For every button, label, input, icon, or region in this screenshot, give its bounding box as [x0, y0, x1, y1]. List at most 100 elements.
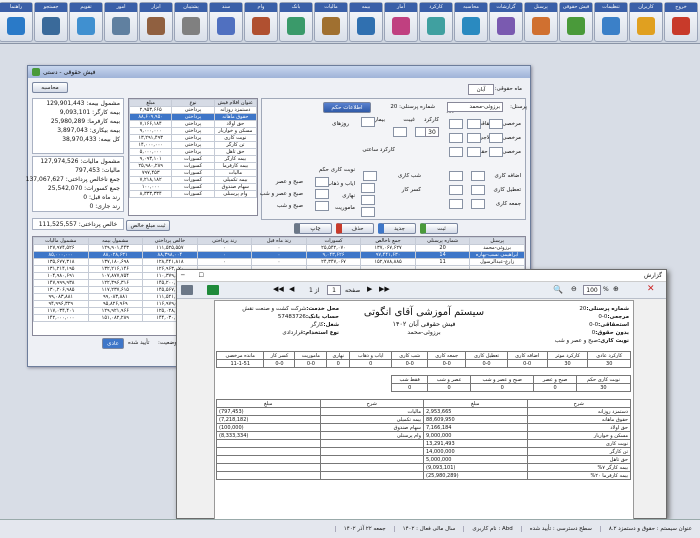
excel-icon[interactable]	[207, 285, 219, 295]
work-days-field[interactable]: 30	[425, 127, 439, 137]
attendance-input[interactable]	[361, 183, 375, 193]
menu-button[interactable]: پشتیبان	[174, 2, 208, 42]
attendance-input[interactable]	[449, 133, 463, 143]
menu-button[interactable]: محاسبه	[454, 2, 488, 42]
menu-button[interactable]: سند	[209, 2, 243, 42]
attendance-input[interactable]	[315, 201, 329, 211]
grid-row[interactable]: ۸۵,۰۰۰,۰۰۰ ۸۸,۰۲۸,۶۳۱ ۸۸,۳۹۸,۰۰۴ ٠ ٠ ۹,۰۴۳,۶۲…	[33, 251, 525, 259]
attendance-head-cell: نهاری	[326, 351, 351, 360]
delete-button[interactable]: حذف	[336, 223, 374, 234]
items-row[interactable]: ۲,۹۵۳,۶۶۵ پرداختی دستمزد روزانه	[129, 106, 257, 114]
items-grid[interactable]: مبلغ نوع عنوان اقلام فیش ۲,۹۵۳,۶۶۵ پرداختی دس…	[128, 98, 258, 216]
new-button[interactable]: جدید	[378, 223, 416, 234]
menu-button[interactable]: بیمه	[349, 2, 383, 42]
shift-value-cell: 0	[390, 383, 429, 392]
attendance-input[interactable]	[449, 119, 463, 129]
calc-button[interactable]: محاسبه	[32, 82, 68, 93]
last-page-icon[interactable]: ▶▶	[379, 285, 390, 293]
status-bar: عنوان سیستم : حقوق و دستمزد ۸.۲ سطح دسترس…	[0, 519, 700, 538]
attendance-input[interactable]	[315, 177, 329, 187]
items-row[interactable]: ۷۹۷,۴۵۳ کسورات مالیات	[129, 169, 257, 177]
close-report-icon[interactable]: ✕	[647, 284, 655, 294]
meta-key: حساب بانک:	[305, 314, 339, 320]
meta-value: شرکت کشت و صنعت نقش	[242, 306, 307, 312]
prev-page-icon[interactable]: ◀	[289, 285, 294, 293]
menu-button[interactable]: راهنما	[0, 2, 33, 42]
page-input[interactable]: 1	[327, 285, 341, 295]
items-row[interactable]: ۱۳,۲۹۱,۴۹۳ پرداختی نوبت کاری	[129, 134, 257, 142]
attendance-input[interactable]	[489, 119, 503, 129]
tab-net-amount[interactable]: ثبت مبلغ خالص	[126, 220, 170, 231]
items-row[interactable]: ۱۴,۰۰۰,۰۰۰ پرداختی تن کارگر	[129, 141, 257, 149]
attendance-input[interactable]	[489, 147, 503, 157]
attendance-input[interactable]	[467, 119, 481, 129]
attendance-input[interactable]	[361, 117, 375, 127]
grid-cell: ۱۰۴,۹۸۰,۶۹۱	[33, 272, 89, 280]
menu-button[interactable]: تنظیمات	[594, 2, 628, 42]
person-field[interactable]: برزوئی-محمد	[447, 102, 503, 112]
attendance-input[interactable]	[393, 127, 407, 137]
menu-button[interactable]: آمار	[384, 2, 418, 42]
items-cell: پرداختی	[171, 148, 215, 156]
report-toolbar: ◀◀ ◀ از 1 1 صفحه ▶ ▶▶ 🔍 ⊖ 100 % ⊕ ✕	[177, 282, 666, 299]
attendance-input[interactable]	[449, 147, 463, 157]
menu-icon	[112, 17, 130, 35]
items-row[interactable]: ۹,۰۰۰,۰۰۰ پرداختی مسکن و خواربار	[129, 127, 257, 135]
items-row[interactable]: ۲۵,۹۸۰,۲۸۹ کسورات بیمه کارفرما	[129, 162, 257, 170]
attendance-input[interactable]	[363, 171, 377, 181]
items-row[interactable]: ۸۸,۶۰۹,۹۵۰ پرداختی حقوق ماهانه	[129, 113, 257, 121]
info-button[interactable]: اطلاعات حکم	[323, 102, 371, 113]
grid-row[interactable]: ۱۳۵,۶۷۷,۳۱۸ ۱۳۷,۱۸۰,۶۹۸ ۱۲۸,۴۴۱,۸۱۸ ٠ ٠ ۲۴,۳۴…	[33, 258, 525, 266]
menu-button[interactable]: کارکرد	[419, 2, 453, 42]
attendance-input[interactable]	[467, 133, 481, 143]
items-row[interactable]: ۷,۲۱۸,۱۸۲ کسورات بیمه تکمیلی	[129, 176, 257, 184]
status-normal[interactable]: عادی	[102, 338, 124, 349]
meta-key: نوع استخدام:	[303, 330, 339, 336]
menu-button[interactable]: تقویم	[69, 2, 103, 42]
window-controls[interactable]: ─ ☐	[181, 272, 210, 279]
zoom-out-icon[interactable]: ⊖	[571, 285, 577, 293]
zoom-input[interactable]: 100	[583, 285, 601, 295]
first-page-icon[interactable]: ◀◀	[273, 285, 284, 293]
items-cell: کسورات	[171, 190, 215, 198]
print-icon[interactable]	[181, 285, 193, 295]
attendance-input[interactable]	[471, 171, 485, 181]
menu-button[interactable]: فیش حقوقی	[559, 2, 593, 42]
menu-button[interactable]: گزارشات	[489, 2, 523, 42]
menu-button[interactable]: بانک	[279, 2, 313, 42]
grid-row[interactable]: ۱۲۷,۹۷۴,۵۲۶ ۱۲۹,۹۰۱,۴۴۳ ۱۱۱,۵۲۵,۵۵۷ ٠ ٠ ۲۵,۵۴…	[33, 244, 525, 252]
attendance-input[interactable]	[361, 195, 375, 205]
save-button[interactable]: ثبت	[420, 223, 458, 234]
items-row[interactable]: ۱۰۰,۰۰۰ کسورات سهام صندوق	[129, 183, 257, 191]
month-select[interactable]: آبان	[468, 84, 494, 95]
attendance-input[interactable]	[361, 207, 375, 217]
attendance-input[interactable]	[449, 199, 463, 209]
attendance-input[interactable]	[471, 199, 485, 209]
zoom-in-icon[interactable]: ⊕	[613, 285, 619, 293]
menu-button[interactable]: جستجو	[34, 2, 68, 42]
attendance-value-cell: 0	[326, 359, 351, 368]
search-icon[interactable]: 🔍	[553, 285, 563, 294]
attendance-input[interactable]	[489, 133, 503, 143]
items-row[interactable]: ۵,۰۰۰,۰۰۰ پرداختی حق تاهل	[129, 148, 257, 156]
items-row[interactable]: ۹,۰۹۳,۱۰۱ کسورات بیمه کارگر	[129, 155, 257, 163]
menu-button[interactable]: کاربران	[629, 2, 663, 42]
menu-button[interactable]: مالیات	[314, 2, 348, 42]
attendance-input[interactable]	[449, 185, 463, 195]
menu-button[interactable]: وام	[244, 2, 278, 42]
menu-button[interactable]: ابزار	[139, 2, 173, 42]
field-label-morning_night2: صبح و شب	[276, 203, 303, 209]
attendance-input[interactable]	[449, 171, 463, 181]
next-page-icon[interactable]: ▶	[367, 285, 372, 293]
attendance-input[interactable]	[471, 185, 485, 195]
attendance-input[interactable]	[315, 189, 329, 199]
field-label-work: کارکرد	[423, 117, 439, 123]
menu-button[interactable]: امور	[104, 2, 138, 42]
items-row[interactable]: ۷,۱۶۶,۱۸۴ پرداختی حق اولاد	[129, 120, 257, 128]
menu-button[interactable]: پرسنل	[524, 2, 558, 42]
attendance-input[interactable]	[467, 147, 481, 157]
print-button[interactable]: چاپ	[294, 223, 332, 234]
grid-cell: ۸۵,۰۰۰,۰۰۰	[33, 251, 89, 259]
items-row[interactable]: ۸,۳۳۳,۳۳۴ کسورات وام پرسنلی	[129, 190, 257, 198]
menu-button[interactable]: خروج	[664, 2, 698, 42]
